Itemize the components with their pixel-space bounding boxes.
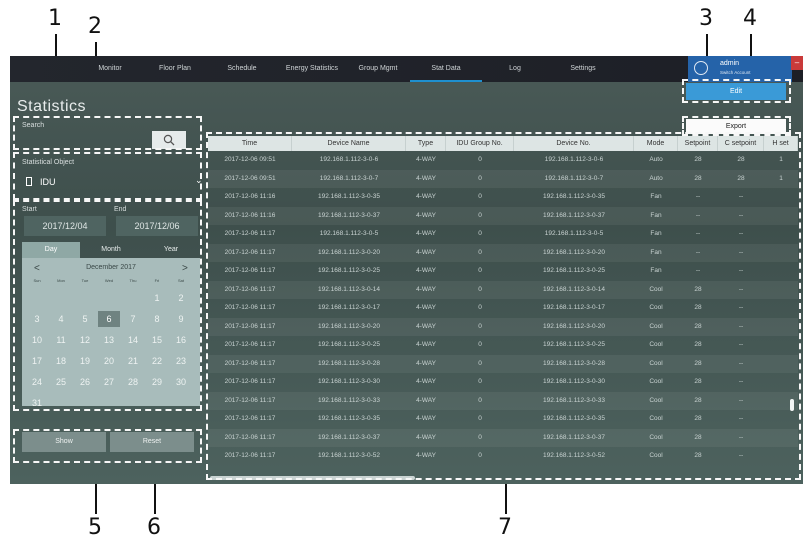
- callout-7-outline: [206, 132, 801, 480]
- nav-monitor[interactable]: Monitor: [85, 56, 135, 82]
- callout-7: 7: [498, 515, 512, 540]
- nav-floor-plan[interactable]: Floor Plan: [150, 56, 200, 82]
- page-title: Statistics: [17, 98, 87, 115]
- nav-schedule[interactable]: Schedule: [217, 56, 267, 82]
- callout-1: 1: [48, 6, 62, 31]
- callout-6-outline: [13, 200, 202, 411]
- nav-settings[interactable]: Settings: [558, 56, 608, 82]
- switch-account-label: Switch Account: [720, 70, 751, 75]
- nav-group-mgmt[interactable]: Group Mgmt: [352, 56, 404, 82]
- callout-5: 5: [88, 515, 102, 540]
- power-icon: [694, 61, 708, 75]
- callout-2: 2: [88, 14, 102, 39]
- callout-4: 4: [743, 6, 757, 31]
- close-button[interactable]: –: [791, 56, 803, 70]
- nav-stat-data[interactable]: Stat Data: [410, 56, 482, 82]
- callout-6: 6: [147, 515, 161, 540]
- nav-energy-statistics[interactable]: Energy Statistics: [280, 56, 344, 82]
- callout-2-outline: [13, 152, 202, 200]
- callout-1-outline: [13, 116, 202, 150]
- callout-3: 3: [699, 6, 713, 31]
- callout-5-outline: [13, 429, 202, 463]
- account-name: admin: [720, 60, 740, 67]
- nav-log[interactable]: Log: [495, 56, 535, 82]
- callout-3-outline: [682, 79, 791, 103]
